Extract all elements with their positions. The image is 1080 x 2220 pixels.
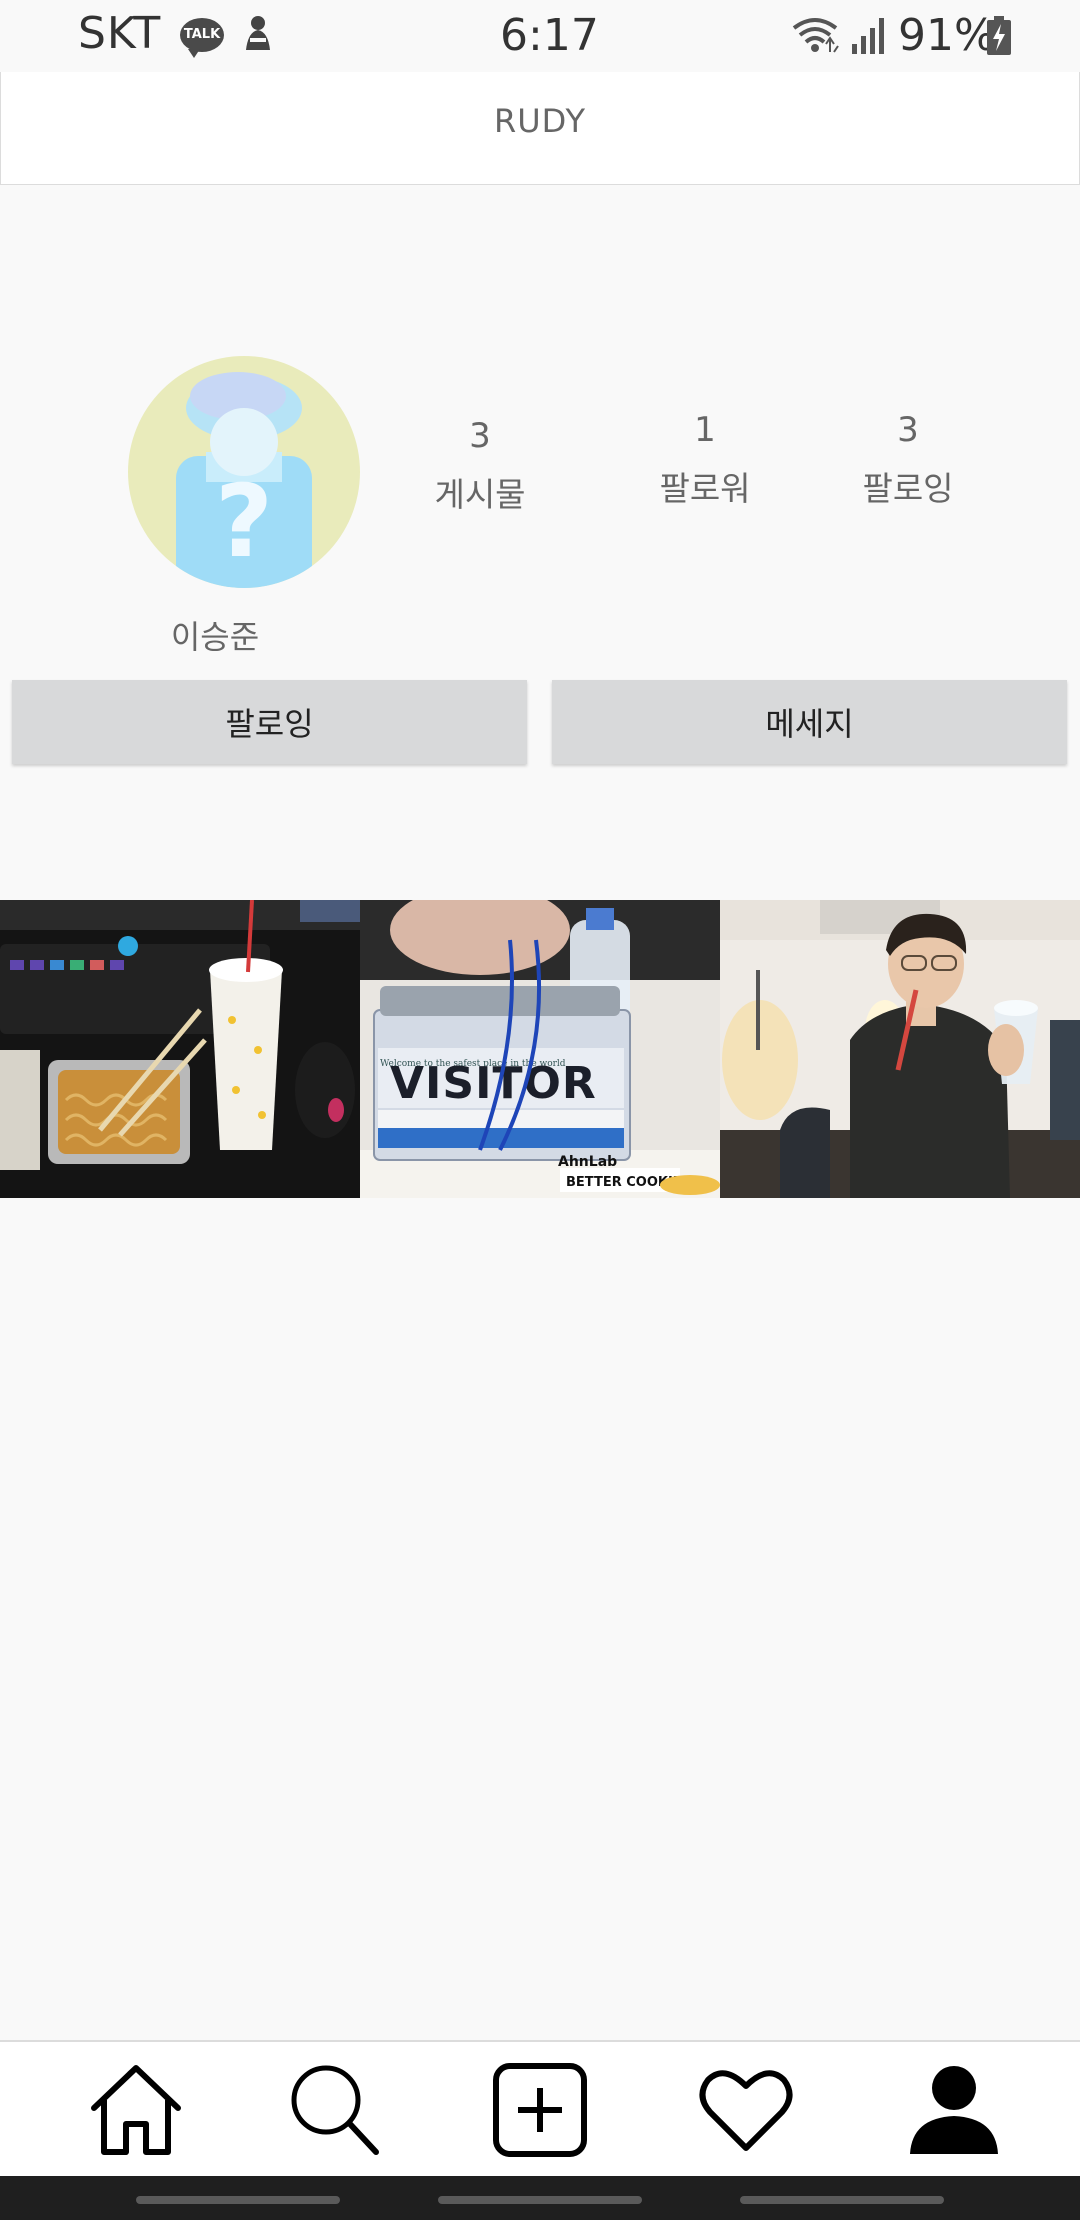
posts-label: 게시물 (434, 475, 526, 514)
recent-apps-button[interactable] (136, 2196, 340, 2204)
stat-following[interactable]: 3 팔로잉 (818, 410, 998, 510)
back-button[interactable] (740, 2196, 944, 2204)
carrier-label: SKT (78, 8, 162, 59)
posts-count: 3 (469, 416, 491, 456)
post-thumbnail[interactable] (720, 900, 1080, 1198)
post-grid: Welcome to the safest place in the world… (0, 900, 1080, 1198)
page-title: RUDY (493, 102, 587, 140)
follow-button[interactable]: 팔로잉 (12, 680, 527, 764)
following-label: 팔로잉 (862, 469, 954, 508)
profile-icon[interactable] (904, 2060, 1004, 2160)
svg-text:?: ? (215, 463, 273, 580)
clock: 6:17 (500, 10, 599, 61)
home-gesture-button[interactable] (438, 2196, 642, 2204)
add-post-icon[interactable] (490, 2060, 590, 2160)
post-thumbnail[interactable] (0, 900, 360, 1198)
signal-icon (852, 18, 884, 54)
heart-icon[interactable] (696, 2060, 796, 2160)
bottom-navigation (0, 2040, 1080, 2178)
battery-percent: 91% (898, 10, 996, 61)
kakaotalk-icon: TALK (180, 18, 224, 58)
followers-label: 팔로워 (659, 469, 751, 508)
battery-charging-icon (987, 16, 1011, 55)
status-bar: SKT TALK 6:17 91% (0, 0, 1080, 72)
username: 이승준 (170, 618, 260, 656)
person-drinking-photo (720, 900, 1080, 1198)
visitor-brand: AhnLab (558, 1154, 617, 1170)
default-avatar-icon: ? (176, 372, 312, 588)
app-notification-icon (246, 16, 270, 50)
followers-count: 1 (694, 410, 716, 450)
app-header: RUDY (0, 72, 1080, 185)
post-thumbnail[interactable]: Welcome to the safest place in the world… (360, 900, 720, 1198)
system-nav-bar (0, 2176, 1080, 2220)
avatar[interactable]: ? (128, 356, 360, 588)
noodle-photo (0, 900, 360, 1198)
following-count: 3 (897, 410, 919, 450)
stat-followers[interactable]: 1 팔로워 (615, 410, 795, 510)
search-icon[interactable] (284, 2060, 384, 2160)
message-button[interactable]: 메세지 (552, 680, 1067, 764)
home-icon[interactable] (86, 2060, 186, 2160)
stat-posts[interactable]: 3 게시물 (390, 416, 570, 516)
visitor-badge-photo: Welcome to the safest place in the world… (360, 900, 720, 1198)
wifi-icon (792, 18, 839, 53)
